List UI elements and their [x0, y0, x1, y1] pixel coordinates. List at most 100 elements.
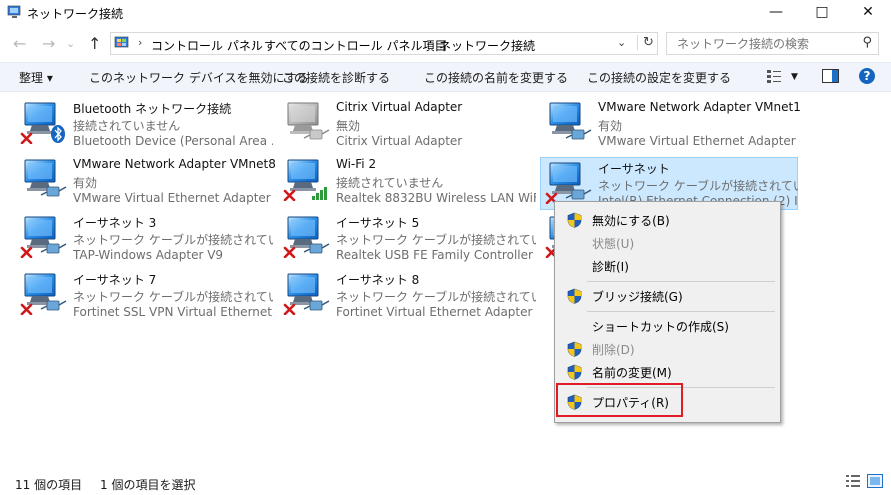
- network-adapter-icon: [283, 273, 330, 315]
- menu-item-create-shortcut[interactable]: ショートカットの作成(S): [557, 315, 778, 337]
- maximize-button[interactable]: □: [799, 0, 845, 26]
- details-view-icon[interactable]: [845, 474, 861, 491]
- menu-item-label: 名前の変更(M): [592, 366, 672, 380]
- recent-chevron-icon[interactable]: ⌄: [66, 37, 75, 50]
- connection-item[interactable]: Citrix Virtual Adapter 無効 Citrix Virtual…: [279, 98, 539, 152]
- connection-name: イーサネット 8: [336, 273, 420, 287]
- network-adapter-icon: [283, 216, 330, 258]
- view-dropdown-icon[interactable]: ▼: [791, 72, 798, 82]
- connection-name: VMware Network Adapter VMnet8: [73, 157, 276, 171]
- connection-status: 接続されていません: [73, 119, 181, 133]
- connection-item[interactable]: VMware Network Adapter VMnet8 有効 VMware …: [16, 155, 276, 209]
- menu-item-rename[interactable]: 名前の変更(M): [557, 361, 778, 383]
- change-settings-button[interactable]: この接続の設定を変更する: [587, 69, 731, 86]
- network-adapter-icon: [20, 273, 67, 315]
- menu-item-delete[interactable]: 削除(D): [557, 338, 778, 360]
- connection-status: ネットワーク ケーブルが接続されていま...: [336, 233, 536, 247]
- address-row: ← → ⌄ ↑ › コントロール パネル › すべてのコントロール パネル項目 …: [0, 30, 891, 60]
- rename-connection-button[interactable]: この接続の名前を変更する: [424, 69, 568, 86]
- preview-pane-icon[interactable]: [822, 69, 839, 86]
- connection-status: 接続されていません: [336, 176, 444, 190]
- connection-device: Bluetooth Device (Personal Area ...: [73, 134, 273, 148]
- connection-device: Realtek USB FE Family Controller #3: [336, 248, 536, 262]
- menu-separator: [587, 311, 775, 312]
- control-panel-icon: [114, 36, 129, 48]
- connection-name: VMware Network Adapter VMnet1: [598, 100, 801, 114]
- connection-item[interactable]: イーサネット 7 ネットワーク ケーブルが接続されていま... Fortinet…: [16, 269, 276, 323]
- menu-separator: [587, 281, 775, 282]
- organize-button[interactable]: 整理 ▾: [19, 69, 53, 86]
- connection-item[interactable]: Wi-Fi 2 接続されていません Realtek 8832BU Wireles…: [279, 155, 539, 209]
- connection-device: TAP-Windows Adapter V9: [73, 248, 224, 262]
- connection-name: イーサネット 3: [73, 216, 157, 230]
- menu-item-label: 状態(U): [592, 237, 635, 251]
- connection-device: Fortinet Virtual Ethernet Adapter (...: [336, 305, 536, 319]
- menu-item-disable[interactable]: 無効にする(B): [557, 209, 778, 231]
- connection-name: Bluetooth ネットワーク接続: [73, 102, 232, 116]
- back-arrow-icon[interactable]: ←: [13, 34, 26, 53]
- disable-device-button[interactable]: このネットワーク デバイスを無効にする: [89, 69, 309, 86]
- connection-status: 無効: [336, 119, 361, 133]
- change-view-icon[interactable]: [766, 68, 782, 87]
- uac-shield-icon: [567, 212, 582, 228]
- connection-item[interactable]: イーサネット 3 ネットワーク ケーブルが接続されていま... TAP-Wind…: [16, 212, 276, 266]
- connection-status: ネットワーク ケーブルが接続されていま...: [598, 179, 798, 193]
- connection-name: イーサネット 5: [336, 216, 420, 230]
- menu-item-label: 削除(D): [592, 343, 635, 357]
- address-bar[interactable]: › コントロール パネル › すべてのコントロール パネル項目 › ネットワーク…: [110, 32, 658, 55]
- connection-name: Citrix Virtual Adapter: [336, 100, 463, 114]
- properties-highlight-box: [556, 383, 683, 417]
- connection-device: Citrix Virtual Adapter: [336, 134, 463, 148]
- diagnose-connection-button[interactable]: この接続を診断する: [282, 69, 390, 86]
- address-dropdown-icon[interactable]: ⌄: [617, 36, 626, 49]
- close-button[interactable]: ✕: [845, 0, 891, 26]
- connection-status: ネットワーク ケーブルが接続されていま...: [73, 233, 273, 247]
- forward-arrow-icon[interactable]: →: [42, 34, 55, 53]
- connection-item[interactable]: イーサネット 8 ネットワーク ケーブルが接続されていま... Fortinet…: [279, 269, 539, 323]
- refresh-icon[interactable]: ↻: [637, 35, 654, 50]
- connection-item[interactable]: Bluetooth ネットワーク接続 接続されていません Bluetooth D…: [16, 98, 276, 152]
- minimize-button[interactable]: —: [753, 0, 799, 26]
- connection-item[interactable]: イーサネット 5 ネットワーク ケーブルが接続されていま... Realtek …: [279, 212, 539, 266]
- connection-name: イーサネット: [598, 162, 670, 176]
- network-connections-app-icon: [7, 5, 21, 18]
- selected-count: 1 個の項目を選択: [100, 478, 196, 492]
- menu-item-label: ショートカットの作成(S): [592, 320, 729, 334]
- connection-device: Realtek 8832BU Wireless LAN WiFi...: [336, 191, 536, 205]
- connection-device: VMware Virtual Ethernet Adapter ...: [73, 191, 273, 205]
- search-box[interactable]: ⚲: [666, 32, 879, 55]
- search-input[interactable]: [675, 36, 859, 52]
- connection-device: Fortinet SSL VPN Virtual Ethernet ...: [73, 305, 273, 319]
- connection-item[interactable]: VMware Network Adapter VMnet1 有効 VMware …: [541, 98, 801, 152]
- uac-shield-icon: [567, 288, 582, 304]
- connection-name: Wi-Fi 2: [336, 157, 377, 171]
- network-adapter-icon: [20, 216, 67, 258]
- network-adapter-icon: [20, 102, 65, 144]
- search-icon[interactable]: ⚲: [862, 35, 872, 50]
- connection-status: ネットワーク ケーブルが接続されていま...: [73, 290, 273, 304]
- breadcrumb-all-items[interactable]: すべてのコントロール パネル項目: [264, 37, 447, 54]
- breadcrumb-separator-icon[interactable]: ›: [138, 36, 142, 49]
- up-arrow-icon[interactable]: ↑: [88, 34, 101, 53]
- connection-status: 有効: [73, 176, 98, 190]
- help-icon[interactable]: ?: [858, 67, 876, 88]
- breadcrumb-control-panel[interactable]: コントロール パネル: [151, 37, 263, 54]
- command-bar: 整理 ▾ このネットワーク デバイスを無効にする この接続を診断する この接続の…: [0, 62, 891, 92]
- network-adapter-icon: [24, 159, 67, 197]
- menu-item-label: 無効にする(B): [592, 214, 670, 228]
- breadcrumb-network-connections[interactable]: ネットワーク接続: [439, 37, 535, 54]
- menu-item-bridge[interactable]: ブリッジ接続(G): [557, 285, 778, 307]
- uac-shield-icon: [567, 341, 582, 357]
- network-adapter-icon: [545, 162, 592, 204]
- breadcrumb-separator-icon[interactable]: ›: [426, 36, 430, 49]
- menu-item-label: 診断(I): [592, 260, 629, 274]
- connection-status: 有効: [598, 119, 623, 133]
- uac-shield-icon: [567, 364, 582, 380]
- breadcrumb-separator-icon[interactable]: ›: [252, 36, 256, 49]
- menu-item-diagnose[interactable]: 診断(I): [557, 255, 778, 277]
- large-icons-view-icon[interactable]: [867, 474, 883, 491]
- menu-item-status[interactable]: 状態(U): [557, 232, 778, 254]
- svg-text:?: ?: [864, 69, 871, 83]
- network-adapter-icon: [549, 102, 592, 140]
- network-adapter-icon: [283, 159, 327, 201]
